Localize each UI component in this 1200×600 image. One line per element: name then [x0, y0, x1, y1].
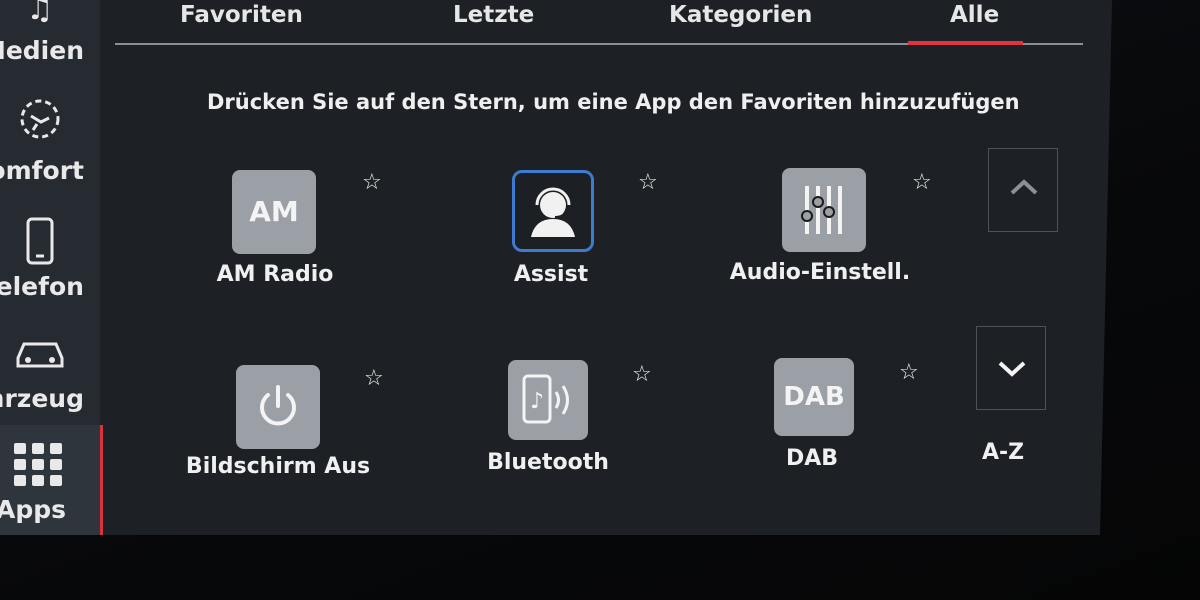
tab-categories[interactable]: Kategorien: [669, 2, 812, 28]
sidebar-item-media[interactable]: ♫ Medien: [0, 0, 100, 70]
app-label[interactable]: Bildschirm Aus: [158, 454, 398, 479]
app-label[interactable]: Audio-Einstell.: [700, 260, 940, 285]
phone-icon: [0, 216, 80, 272]
favorite-star-icon[interactable]: ☆: [632, 362, 652, 387]
app-tile-dab[interactable]: DAB: [774, 358, 854, 436]
favorite-star-icon[interactable]: ☆: [912, 170, 932, 195]
chevron-down-icon: [997, 359, 1027, 383]
sidebar: ♫ Medien Komfort Telefon Fahrzeug: [0, 0, 103, 535]
tab-all[interactable]: Alle: [950, 2, 999, 28]
car-icon: [0, 332, 80, 376]
sidebar-item-vehicle[interactable]: Fahrzeug: [0, 320, 100, 430]
bluetooth-audio-icon: ♪: [520, 372, 578, 432]
dab-icon: DAB: [783, 382, 845, 412]
sidebar-item-phone[interactable]: Telefon: [0, 210, 100, 320]
sidebar-item-label: Apps: [0, 495, 66, 524]
favorite-star-icon[interactable]: ☆: [362, 170, 382, 195]
app-label[interactable]: Assist: [431, 262, 671, 287]
app-tile-assist[interactable]: [512, 170, 594, 252]
equalizer-icon: [799, 182, 849, 242]
app-tile-audio-settings[interactable]: [782, 168, 866, 252]
tab-favorites[interactable]: Favoriten: [180, 2, 303, 28]
scroll-up-button[interactable]: [988, 148, 1058, 232]
favorite-star-icon[interactable]: ☆: [638, 170, 658, 195]
app-label[interactable]: AM Radio: [155, 262, 395, 287]
chevron-up-icon: [1009, 177, 1039, 201]
am-radio-icon: AM: [249, 195, 299, 228]
music-note-icon: ♫: [26, 0, 54, 27]
power-icon: [253, 382, 303, 436]
svg-text:♪: ♪: [530, 389, 544, 414]
active-tab-indicator: [908, 41, 1023, 45]
app-tile-am-radio[interactable]: AM: [232, 170, 316, 254]
sidebar-item-apps[interactable]: Apps: [0, 425, 103, 535]
app-grid-icon: [8, 441, 68, 493]
sidebar-item-label: Telefon: [0, 272, 84, 301]
sidebar-item-label: Komfort: [0, 156, 84, 185]
sidebar-item-label: Fahrzeug: [0, 384, 84, 413]
favorite-star-icon[interactable]: ☆: [899, 360, 919, 385]
tab-bar: Favoriten Letzte Kategorien Alle: [115, 0, 1083, 46]
app-tile-bluetooth[interactable]: ♪: [508, 360, 588, 440]
assist-headset-icon: [523, 181, 583, 245]
sidebar-item-label: Medien: [0, 36, 84, 65]
favorite-star-icon[interactable]: ☆: [364, 366, 384, 391]
favorites-hint: Drücken Sie auf den Stern, um eine App d…: [207, 90, 1020, 114]
app-label[interactable]: Bluetooth: [428, 450, 668, 475]
sort-az-button[interactable]: A-Z: [982, 440, 1024, 465]
app-label[interactable]: DAB: [692, 446, 932, 471]
tab-recent[interactable]: Letzte: [453, 2, 534, 28]
infotainment-screen: ♫ Medien Komfort Telefon Fahrzeug: [0, 0, 1112, 535]
app-tile-screen-off[interactable]: [236, 365, 320, 449]
scroll-down-button[interactable]: [976, 326, 1046, 410]
